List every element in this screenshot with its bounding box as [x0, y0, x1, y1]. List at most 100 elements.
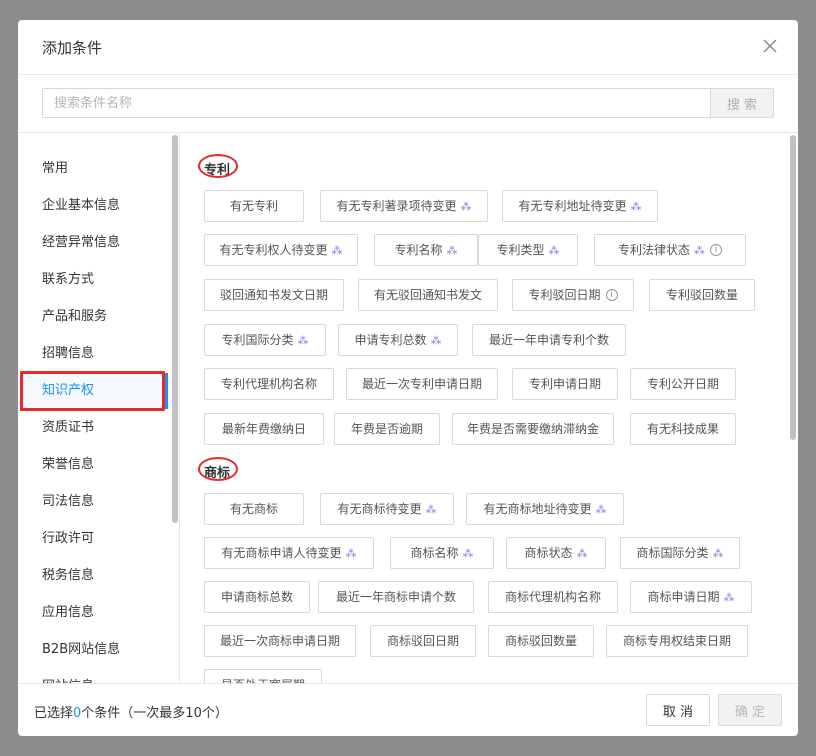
search-input[interactable] — [42, 88, 712, 118]
sidebar-item[interactable]: 资质证书 — [18, 410, 168, 446]
vip-icon: ⁂ — [345, 547, 357, 560]
condition-chip-label: 有无科技成果 — [646, 422, 719, 436]
condition-chip-label: 最近一次专利申请日期 — [361, 377, 482, 391]
condition-chip-label: 有无商标待变更 — [337, 502, 422, 516]
condition-chip-label: 专利代理机构名称 — [220, 377, 317, 391]
sidebar-item[interactable]: 联系方式 — [18, 262, 168, 298]
sidebar-item[interactable]: 荣誉信息 — [18, 447, 168, 483]
condition-chip[interactable]: 年费是否逾期 — [334, 413, 440, 445]
condition-chip[interactable]: 专利名称 ⁂ — [374, 234, 478, 266]
sidebar-item[interactable]: 产品和服务 — [18, 299, 168, 335]
condition-chip[interactable]: 商标驳回日期 — [370, 625, 476, 657]
condition-chip[interactable]: 商标国际分类 ⁂ — [620, 537, 740, 569]
sidebar-item[interactable]: 应用信息 — [18, 595, 168, 631]
condition-chip[interactable]: 有无专利权人待变更 ⁂ — [204, 234, 358, 266]
condition-chip-label: 专利申请日期 — [528, 377, 601, 391]
sidebar-item[interactable]: B2B网站信息 — [18, 632, 168, 668]
condition-chip[interactable]: 有无专利 — [204, 190, 304, 222]
condition-chip[interactable]: 商标代理机构名称 — [488, 581, 618, 613]
sidebar-scrollbar[interactable] — [172, 135, 178, 523]
condition-chip[interactable]: 商标名称 ⁂ — [390, 537, 494, 569]
cancel-button[interactable]: 取 消 — [646, 694, 710, 726]
condition-chip[interactable]: 申请专利总数 ⁂ — [338, 324, 458, 356]
condition-chip-label: 最新年费缴纳日 — [221, 422, 306, 436]
condition-chip-label: 年费是否需要缴纳滞纳金 — [466, 422, 599, 436]
condition-chip-label: 专利驳回数量 — [665, 288, 738, 302]
selection-summary: 已选择0个条件（一次最多10个） — [34, 702, 228, 721]
search-row: 搜 索 — [42, 88, 774, 118]
condition-chip[interactable]: 商标状态 ⁂ — [506, 537, 606, 569]
sidebar-item[interactable]: 招聘信息 — [18, 336, 168, 372]
condition-chip[interactable]: 有无商标 — [204, 493, 304, 525]
sidebar-item-label: 企业基本信息 — [42, 198, 121, 213]
condition-chip[interactable]: 是否处于宽展期 — [204, 669, 322, 683]
vip-icon: ⁂ — [723, 591, 735, 604]
section-title: 商标 — [198, 457, 238, 481]
search-button[interactable]: 搜 索 — [710, 88, 774, 118]
condition-chip[interactable]: 有无科技成果 — [630, 413, 736, 445]
condition-chip[interactable]: 专利代理机构名称 — [204, 368, 334, 400]
sidebar-item[interactable]: 司法信息 — [18, 484, 168, 520]
sidebar-item[interactable]: 行政许可 — [18, 521, 168, 557]
condition-chip[interactable]: 专利申请日期 — [512, 368, 618, 400]
condition-chip[interactable]: 驳回通知书发文日期 — [204, 279, 344, 311]
sidebar-item[interactable]: 网站信息 — [18, 669, 168, 683]
condition-chip[interactable]: 有无商标待变更 ⁂ — [320, 493, 454, 525]
condition-chip-label: 申请专利总数 — [354, 333, 427, 347]
condition-chip[interactable]: 最近一次专利申请日期 — [346, 368, 498, 400]
content-scrollbar[interactable] — [790, 135, 796, 440]
condition-chip-label: 年费是否逾期 — [350, 422, 423, 436]
sidebar-item[interactable]: 常用 — [18, 151, 168, 187]
sidebar-item-label: 荣誉信息 — [42, 457, 95, 472]
condition-chip-label: 专利名称 — [394, 243, 443, 257]
sidebar-item[interactable]: 经营异常信息 — [18, 225, 168, 261]
condition-chip[interactable]: 有无商标申请人待变更 ⁂ — [204, 537, 374, 569]
active-indicator — [165, 373, 168, 409]
condition-chip[interactable]: 最近一年商标申请个数 — [318, 581, 474, 613]
condition-chip-label: 申请商标总数 — [220, 590, 293, 604]
condition-chip-label: 专利驳回日期 — [528, 288, 601, 302]
condition-chip[interactable]: 有无商标地址待变更 ⁂ — [466, 493, 624, 525]
sidebar-item-label: 联系方式 — [42, 272, 95, 287]
condition-chip[interactable]: 有无专利著录项待变更 ⁂ — [320, 190, 488, 222]
condition-chip[interactable]: 商标专用权结束日期 — [606, 625, 748, 657]
sidebar-item[interactable]: 税务信息 — [18, 558, 168, 594]
condition-chip[interactable]: 专利国际分类 ⁂ — [204, 324, 326, 356]
confirm-button[interactable]: 确 定 — [718, 694, 782, 726]
dialog-header: 添加条件 — [18, 20, 798, 75]
sidebar-item-label: 产品和服务 — [42, 309, 108, 324]
highlight-ring — [198, 457, 238, 481]
condition-chip[interactable]: 专利驳回日期 i — [512, 279, 634, 311]
condition-chip[interactable]: 最新年费缴纳日 — [204, 413, 324, 445]
vip-icon: ⁂ — [430, 334, 442, 347]
info-icon[interactable]: i — [710, 243, 722, 256]
condition-chip-label: 有无专利权人待变更 — [219, 243, 328, 257]
sidebar-item[interactable]: 企业基本信息 — [18, 188, 168, 224]
condition-chip[interactable]: 专利法律状态 ⁂ i — [594, 234, 746, 266]
sidebar-item-label: B2B网站信息 — [42, 642, 121, 657]
condition-chip-label: 驳回通知书发文日期 — [219, 288, 328, 302]
condition-chip[interactable]: 有无驳回通知书发文 — [358, 279, 498, 311]
condition-chip[interactable]: 最近一年申请专利个数 — [472, 324, 626, 356]
condition-chip[interactable]: 年费是否需要缴纳滞纳金 — [452, 413, 614, 445]
condition-chip-label: 有无商标申请人待变更 — [221, 546, 342, 560]
sidebar-item-label: 常用 — [42, 161, 69, 176]
condition-chip[interactable]: 专利类型 ⁂ — [478, 234, 578, 266]
highlight-box — [20, 371, 165, 411]
condition-chip[interactable]: 专利公开日期 — [630, 368, 736, 400]
sidebar-item-label: 招聘信息 — [42, 346, 95, 361]
vip-icon: ⁂ — [576, 547, 588, 560]
info-icon[interactable]: i — [605, 288, 618, 301]
dialog-body: 常用 企业基本信息 经营异常信息 联系方式 产品和服务 招聘信息 知识产权 资质证书 荣誉信息司… — [18, 132, 798, 683]
close-icon[interactable] — [762, 38, 778, 54]
condition-chip[interactable]: 商标驳回数量 — [488, 625, 594, 657]
condition-chip[interactable]: 申请商标总数 — [204, 581, 310, 613]
vip-icon: ⁂ — [446, 244, 458, 257]
condition-chip[interactable]: 最近一次商标申请日期 — [204, 625, 356, 657]
condition-chip-label: 有无驳回通知书发文 — [373, 288, 482, 302]
condition-chip[interactable]: 商标申请日期 ⁂ — [630, 581, 752, 613]
condition-chip[interactable]: 有无专利地址待变更 ⁂ — [502, 190, 658, 222]
condition-chip-label: 商标代理机构名称 — [504, 590, 601, 604]
condition-chip-label: 商标申请日期 — [647, 590, 720, 604]
condition-chip[interactable]: 专利驳回数量 — [649, 279, 755, 311]
